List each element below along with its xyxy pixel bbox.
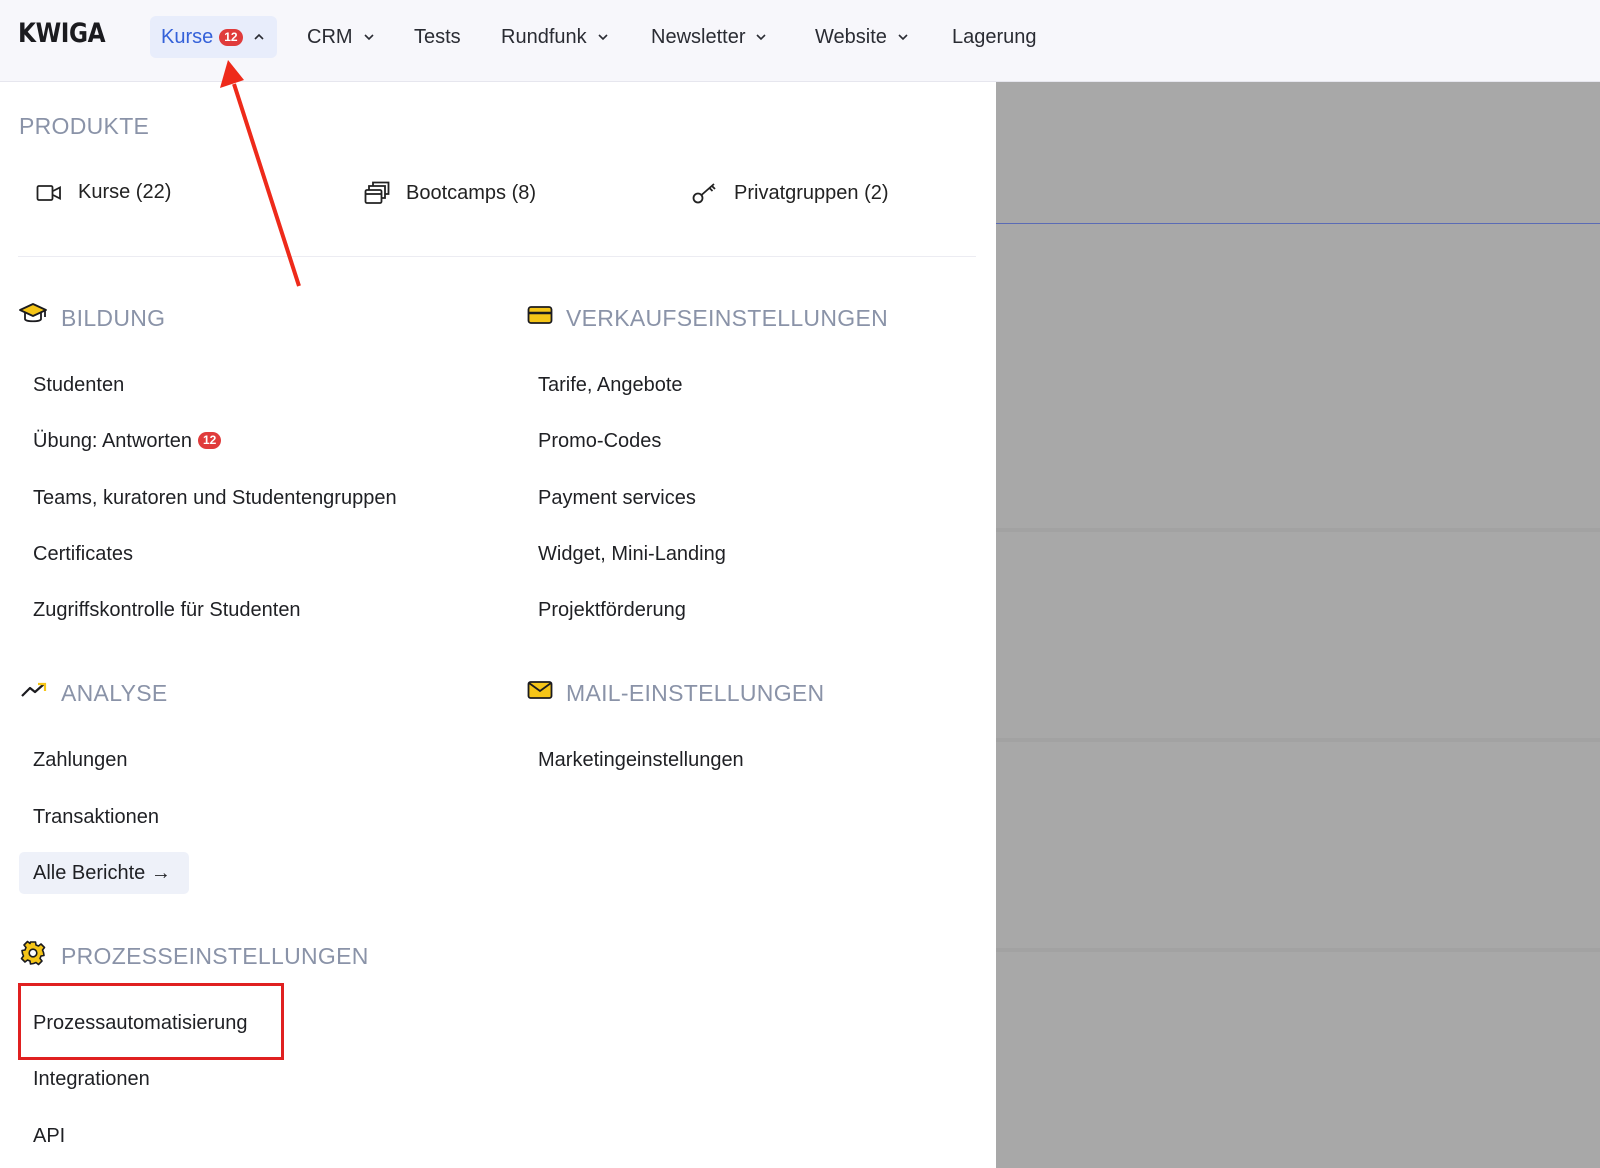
- section-title-produkte: PRODUKTE: [19, 113, 150, 139]
- stacked-cards-icon: [364, 181, 390, 204]
- section-title-bildung: BILDUNG: [61, 305, 166, 331]
- annotation-highlight-box: [18, 983, 284, 1060]
- nav-tests[interactable]: Tests: [414, 16, 461, 58]
- chevron-down-icon: [756, 34, 767, 41]
- menu-item-zahlungen[interactable]: Zahlungen: [33, 749, 128, 772]
- menu-item-certificates[interactable]: Certificates: [33, 543, 133, 566]
- menu-item-studenten[interactable]: Studenten: [33, 374, 124, 397]
- chevron-down-icon: [898, 34, 908, 41]
- menu-item-widget[interactable]: Widget, Mini-Landing: [538, 543, 726, 566]
- nav-kurse-label: Kurse: [161, 25, 214, 48]
- video-icon: [36, 184, 61, 201]
- graduation-cap-icon: [19, 303, 47, 323]
- kwiga-logo[interactable]: KWIGA: [18, 18, 106, 49]
- menu-item-marketingeinstellungen[interactable]: Marketingeinstellungen: [538, 749, 744, 772]
- menu-item-api[interactable]: API: [33, 1125, 65, 1148]
- menu-item-teams[interactable]: Teams, kuratoren und Studentengruppen: [33, 487, 397, 510]
- product-bootcamps[interactable]: Bootcamps (8): [364, 181, 536, 205]
- product-privatgruppen-label: Privatgruppen (2): [734, 181, 889, 204]
- menu-item-tarife[interactable]: Tarife, Angebote: [538, 374, 683, 397]
- chevron-down-icon: [598, 34, 608, 41]
- overlay-row-divider: [996, 738, 1600, 742]
- trending-up-icon: [21, 682, 47, 697]
- menu-item-transaktionen[interactable]: Transaktionen: [33, 806, 159, 829]
- top-navigation-bar: KWIGA Kurse 12 CRM Tests Rundfunk Newsle…: [0, 0, 1600, 82]
- menu-item-promo-codes[interactable]: Promo-Codes: [538, 430, 661, 453]
- product-bootcamps-label: Bootcamps (8): [406, 181, 537, 204]
- product-kurse[interactable]: Kurse (22): [36, 181, 171, 204]
- overlay-row-divider: [996, 948, 1600, 952]
- key-icon: [692, 183, 716, 204]
- credit-card-icon: [527, 306, 553, 324]
- notification-badge: 12: [198, 432, 222, 449]
- nav-website[interactable]: Website: [815, 16, 909, 58]
- nav-crm[interactable]: CRM: [307, 16, 375, 58]
- nav-lagerung-label: Lagerung: [952, 25, 1037, 48]
- menu-item-zugriffskontrolle[interactable]: Zugriffskontrolle für Studenten: [33, 599, 301, 622]
- section-title-verkaufseinstellungen: VERKAUFSEINSTELLUNGEN: [566, 305, 888, 331]
- nav-newsletter-label: Newsletter: [651, 25, 746, 48]
- menu-item-uebung-antworten[interactable]: Übung: Antworten 12: [33, 430, 222, 453]
- section-title-analyse: ANALYSE: [61, 680, 168, 706]
- notification-badge: 12: [219, 28, 243, 46]
- nav-rundfunk-label: Rundfunk: [501, 25, 587, 48]
- section-title-mail-einstellungen: MAIL-EINSTELLUNGEN: [566, 680, 825, 706]
- nav-tests-label: Tests: [414, 25, 461, 48]
- menu-item-integrationen[interactable]: Integrationen: [33, 1068, 150, 1091]
- chevron-down-icon: [363, 34, 374, 41]
- nav-newsletter[interactable]: Newsletter: [651, 16, 767, 58]
- page-overlay[interactable]: [996, 82, 1600, 1168]
- product-privatgruppen[interactable]: Privatgruppen (2): [692, 181, 889, 205]
- product-kurse-label: Kurse (22): [78, 181, 172, 203]
- section-title-prozesseinstellungen: PROZESSEINSTELLUNGEN: [61, 943, 369, 969]
- menu-item-projektfoerderung[interactable]: Projektförderung: [538, 599, 686, 622]
- nav-rundfunk[interactable]: Rundfunk: [501, 16, 609, 58]
- chevron-up-icon: [254, 33, 264, 40]
- overlay-row-divider: [996, 528, 1600, 532]
- section-divider: [18, 256, 976, 257]
- menu-item-payment-services[interactable]: Payment services: [538, 487, 696, 510]
- all-reports-button[interactable]: Alle Berichte →: [19, 852, 189, 894]
- nav-lagerung[interactable]: Lagerung: [952, 16, 1037, 58]
- nav-website-label: Website: [815, 25, 887, 48]
- menu-item-label: Übung: Antworten: [33, 430, 192, 452]
- gear-icon: [20, 940, 46, 966]
- overlay-divider: [996, 223, 1600, 224]
- envelope-icon: [527, 681, 553, 699]
- nav-crm-label: CRM: [307, 25, 353, 48]
- nav-kurse[interactable]: Kurse 12: [150, 16, 277, 58]
